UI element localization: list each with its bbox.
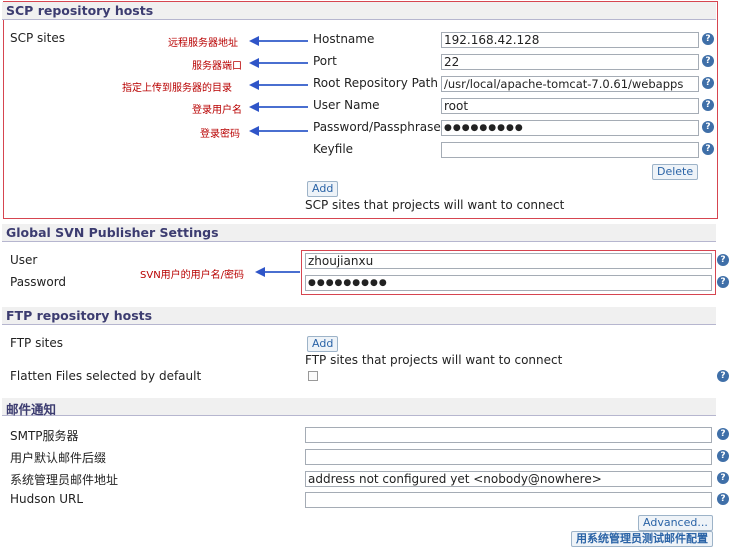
username-input[interactable]: root [441,98,699,114]
svn-user-label: User [10,253,38,267]
root-path-label: Root Repository Path [313,76,438,90]
svn-section-header: Global SVN Publisher Settings [2,224,716,242]
flatten-help-icon[interactable]: ? [717,370,729,382]
svn-password-input[interactable]: ●●●●●●●●● [305,275,712,291]
svn-credentials-arrow [255,267,300,277]
hudson-url-input[interactable] [305,492,712,508]
svn-user-input[interactable]: zhoujianxu [305,253,712,269]
password-help-icon[interactable]: ? [702,121,714,133]
mail-section-header: 邮件通知 [2,398,716,417]
hostname-label: Hostname [313,32,375,46]
scp-sites-label: SCP sites [10,31,65,45]
port-input[interactable]: 22 [441,54,699,70]
mail-suffix-help-icon[interactable]: ? [717,450,729,462]
password-annotation: 登录密码 [200,129,240,140]
ftp-sites-label: FTP sites [10,336,63,350]
keyfile-label: Keyfile [313,142,354,156]
hudson-url-help-icon[interactable]: ? [717,493,729,505]
port-annotation: 服务器端口 [192,61,242,72]
password-input[interactable]: ●●●●●●●●● [441,120,699,136]
mail-suffix-label: 用户默认邮件后缀 [10,451,107,465]
admin-email-input[interactable]: address not configured yet <nobody@nowhe… [305,471,712,487]
scp-add-button[interactable]: Add [307,181,339,197]
password-label: Password/Passphrase [313,120,441,134]
ftp-section-header: FTP repository hosts [2,307,716,325]
ftp-sites-description: FTP sites that projects will want to con… [305,353,563,367]
scp-section-header: SCP repository hosts [2,2,716,20]
password-arrow [249,126,308,136]
delete-button[interactable]: Delete [652,164,699,180]
username-help-icon[interactable]: ? [702,99,714,111]
mail-suffix-input[interactable] [305,449,712,465]
flatten-files-checkbox[interactable] [308,371,318,381]
test-mail-button[interactable]: 用系统管理员测试邮件配置 [571,531,713,547]
smtp-help-icon[interactable]: ? [717,428,729,440]
svn-password-help-icon[interactable]: ? [717,276,729,288]
hostname-help-icon[interactable]: ? [702,33,714,45]
smtp-label: SMTP服务器 [10,429,79,443]
keyfile-help-icon[interactable]: ? [702,143,714,155]
admin-email-label: 系统管理员邮件地址 [10,473,119,487]
port-label: Port [313,54,337,68]
port-help-icon[interactable]: ? [702,55,714,67]
svn-password-label: Password [10,275,67,289]
port-arrow [249,58,308,68]
root-path-help-icon[interactable]: ? [702,77,714,89]
hostname-arrow [249,36,308,46]
flatten-files-label: Flatten Files selected by default [10,369,202,383]
smtp-input[interactable] [305,427,712,443]
advanced-button[interactable]: Advanced... [638,515,713,531]
hostname-annotation: 远程服务器地址 [168,38,238,49]
keyfile-input[interactable] [441,142,699,158]
svn-user-help-icon[interactable]: ? [717,254,729,266]
username-arrow [249,102,308,112]
username-label: User Name [313,98,380,112]
root-path-input[interactable]: /usr/local/apache-tomcat-7.0.61/webapps [441,76,699,92]
hostname-input[interactable]: 192.168.42.128 [441,32,699,48]
root-path-arrow [249,80,308,90]
ftp-section-title: FTP repository hosts [6,308,153,323]
ftp-add-button[interactable]: Add [307,336,339,352]
root-path-annotation: 指定上传到服务器的目录 [122,83,232,94]
mail-section-title: 邮件通知 [6,402,57,417]
scp-sites-description: SCP sites that projects will want to con… [305,198,565,212]
admin-email-help-icon[interactable]: ? [717,472,729,484]
username-annotation: 登录用户名 [192,105,242,116]
scp-section-title: SCP repository hosts [6,3,154,18]
hudson-url-label: Hudson URL [10,492,84,506]
svn-credentials-annotation: SVN用户的用户名/密码 [140,270,245,281]
svn-section-title: Global SVN Publisher Settings [6,225,219,240]
